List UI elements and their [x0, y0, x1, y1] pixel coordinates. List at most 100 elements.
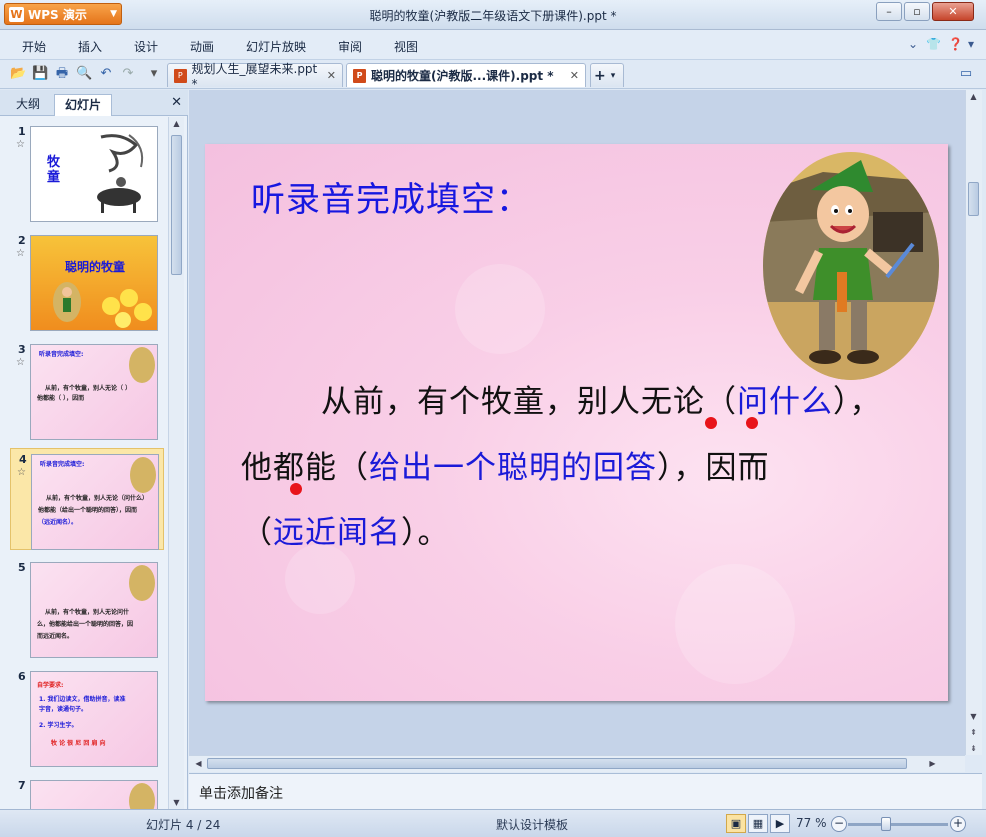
- toolbar-dropdown-icon[interactable]: ▾: [146, 66, 162, 82]
- fill-answer-2: 给出一个聪明的回答: [369, 450, 657, 486]
- text-segment: ），因而: [657, 450, 770, 486]
- transition-star-icon: ☆: [16, 139, 25, 150]
- help-dropdown-icon[interactable]: ▾: [968, 37, 974, 51]
- fill-answer-3: 远近闻名: [273, 515, 401, 551]
- doc-tab-1[interactable]: P 规划人生_展望未来.ppt * ✕: [167, 62, 343, 91]
- red-dot-marker: [290, 483, 302, 495]
- normal-view-icon[interactable]: ▣: [726, 814, 746, 833]
- scroll-up-icon[interactable]: ▲: [966, 92, 981, 101]
- background-flower: [285, 544, 355, 614]
- thumbnail-line: 而远近闻名。: [37, 633, 74, 640]
- slide-number: 3: [18, 343, 26, 356]
- save-icon[interactable]: 💾: [32, 66, 48, 82]
- doc-tab-label: 聪明的牧童(沪教版...课件).ppt *: [371, 69, 554, 83]
- thumbnail-slide-3[interactable]: 3 ☆ 听录音完成填空: 从前，有个牧童，别人无论（ ） 他都能（ ），因而: [10, 339, 164, 441]
- slide-text-line-1[interactable]: 从前，有个牧童，别人无论（问什么），: [321, 376, 882, 421]
- menu-view[interactable]: 视图: [394, 38, 418, 55]
- doc-tab-2[interactable]: P 聪明的牧童(沪教版...课件).ppt * ✕: [346, 63, 586, 87]
- next-slide-icon[interactable]: ⇟: [966, 744, 981, 753]
- slide-editor: 听录音完成填空： 从前，有个牧童，别人无论（问什么）， 他都能（给出一个聪明的回…: [189, 90, 965, 755]
- thumbnail-image: 从前，有个牧童，别人无论问什 么，他都能给出一个聪明的回答，因 而远近闻名。: [30, 562, 158, 658]
- maximize-button[interactable]: ▫: [904, 2, 930, 21]
- thumbnail-image: 听录音完成填空: 从前，有个牧童，别人无论（ ） 他都能（ ），因而: [30, 344, 158, 440]
- scroll-right-icon[interactable]: ▶: [925, 759, 940, 768]
- zoom-slider-handle[interactable]: [881, 817, 891, 831]
- thumbnail-line: 么，他都能给出一个聪明的回答，因: [37, 621, 134, 628]
- collapse-ribbon-icon[interactable]: ⌄: [908, 37, 918, 51]
- scroll-down-icon[interactable]: ▼: [966, 712, 981, 721]
- slideshow-view-icon[interactable]: ▶: [770, 814, 790, 833]
- close-tab-icon[interactable]: ✕: [327, 69, 336, 82]
- scroll-down-icon[interactable]: ▼: [169, 798, 184, 807]
- thumbnail-line: 2. 学习生字。: [39, 722, 78, 729]
- zoom-level: 77 %: [796, 816, 827, 830]
- thumbnail-title: 听录音完成填空:: [39, 351, 84, 358]
- undo-icon[interactable]: ↶: [98, 66, 114, 82]
- open-folder-icon[interactable]: 📂: [10, 66, 26, 82]
- thumbnail-slide-2[interactable]: 2 ☆ 聪明的牧童: [10, 230, 164, 332]
- slide-number: 6: [18, 670, 26, 683]
- scrollbar-thumb[interactable]: [207, 758, 907, 769]
- scrollbar-thumb[interactable]: [968, 182, 979, 216]
- editor-horizontal-scrollbar[interactable]: ◀ ▶: [189, 755, 965, 772]
- notes-placeholder: 单击添加备注: [199, 786, 283, 802]
- zoom-in-icon[interactable]: +: [950, 816, 966, 832]
- close-button[interactable]: ✕: [932, 2, 974, 21]
- thumbnail-slide-6[interactable]: 6 自学要求: 1. 我们边读文，借助拼音，读准 字音，读通句子。 2. 学习生…: [10, 666, 164, 768]
- red-dot-marker: [746, 417, 758, 429]
- slide-title[interactable]: 听录音完成填空：: [251, 172, 531, 221]
- thumbnail-line: 字音，读通句子。: [39, 706, 88, 713]
- help-icon[interactable]: ❓: [948, 37, 963, 51]
- thumbnail-slide-4[interactable]: 4 ☆ 听录音完成填空: 从前，有个牧童，别人无论（问什么） 他都能（给出一个聪…: [10, 448, 164, 550]
- menu-slideshow[interactable]: 幻灯片放映: [246, 38, 306, 55]
- print-preview-icon[interactable]: 🔍: [76, 66, 92, 82]
- ink-painting-illustration: [97, 134, 144, 213]
- zoom-out-icon[interactable]: −: [831, 816, 847, 832]
- editor-vertical-scrollbar[interactable]: ▲ ▼ ⇞ ⇟: [965, 90, 982, 755]
- background-flower: [455, 264, 545, 354]
- thumbnail-line: 他都能（ ），因而: [37, 395, 85, 402]
- minimize-button[interactable]: –: [876, 2, 902, 21]
- redo-icon[interactable]: ↷: [120, 66, 136, 82]
- current-slide[interactable]: 听录音完成填空： 从前，有个牧童，别人无论（问什么）， 他都能（给出一个聪明的回…: [205, 144, 948, 701]
- tab-outline[interactable]: 大纲: [6, 94, 50, 116]
- boy-mini-icon: [129, 565, 155, 601]
- transition-star-icon: ☆: [16, 357, 25, 368]
- scroll-up-icon[interactable]: ▲: [169, 119, 184, 128]
- slide-text-line-3[interactable]: （远近闻名）。: [241, 507, 450, 552]
- scroll-left-icon[interactable]: ◀: [191, 759, 206, 768]
- text-segment: 他都能（: [241, 450, 369, 486]
- thumbnail-line: 1. 我们边读文，借助拼音，读准: [39, 696, 126, 703]
- thumbnail-slide-7[interactable]: 7: [10, 775, 164, 809]
- boy-mini-icon: [129, 347, 155, 383]
- menu-animation[interactable]: 动画: [190, 38, 214, 55]
- close-panel-icon[interactable]: ✕: [171, 95, 182, 110]
- new-tab-button[interactable]: + ▾: [590, 63, 624, 87]
- menu-home[interactable]: 开始: [22, 38, 46, 55]
- quick-access-toolbar: 📂 💾 🖶 🔍 ↶ ↷ ▾ P 规划人生_展望未来.ppt * ✕ P 聪明的牧…: [0, 60, 986, 91]
- cartoon-boy-image[interactable]: [763, 152, 939, 380]
- menu-review[interactable]: 审阅: [338, 38, 362, 55]
- window-layout-icon[interactable]: ▭: [958, 66, 974, 82]
- scrollbar-thumb[interactable]: [171, 135, 182, 275]
- skin-shirt-icon[interactable]: 👕: [926, 37, 941, 51]
- thumbnail-slide-5[interactable]: 5 从前，有个牧童，别人无论问什 么，他都能给出一个聪明的回答，因 而远近闻名。: [10, 557, 164, 659]
- zoom-slider-track[interactable]: [848, 823, 948, 826]
- menu-insert[interactable]: 插入: [78, 38, 102, 55]
- panel-tabs: 大纲 幻灯片 ✕: [0, 90, 188, 116]
- print-icon[interactable]: 🖶: [54, 66, 70, 82]
- plus-icon: +: [594, 67, 606, 84]
- notes-pane[interactable]: 单击添加备注: [189, 773, 982, 809]
- slide-number: 7: [18, 779, 26, 792]
- previous-slide-icon[interactable]: ⇞: [966, 728, 981, 737]
- text-segment: （: [241, 515, 273, 551]
- slides-panel: 大纲 幻灯片 ✕ 1 ☆ 牧童 2 ☆ 聪明的牧童 3 ☆ 听录音完成填空: 从…: [0, 90, 188, 809]
- thumbnail-scrollbar[interactable]: ▲ ▼: [168, 117, 184, 809]
- slide-text-line-2[interactable]: 他都能（给出一个聪明的回答），因而: [241, 442, 770, 487]
- close-tab-icon[interactable]: ✕: [570, 69, 579, 82]
- menu-design[interactable]: 设计: [134, 38, 158, 55]
- slide-sorter-view-icon[interactable]: ▦: [748, 814, 768, 833]
- tab-slides[interactable]: 幻灯片: [54, 94, 113, 116]
- thumbnail-slide-1[interactable]: 1 ☆ 牧童: [10, 121, 164, 223]
- thumbnail-line: 从前，有个牧童，别人无论问什: [45, 609, 130, 616]
